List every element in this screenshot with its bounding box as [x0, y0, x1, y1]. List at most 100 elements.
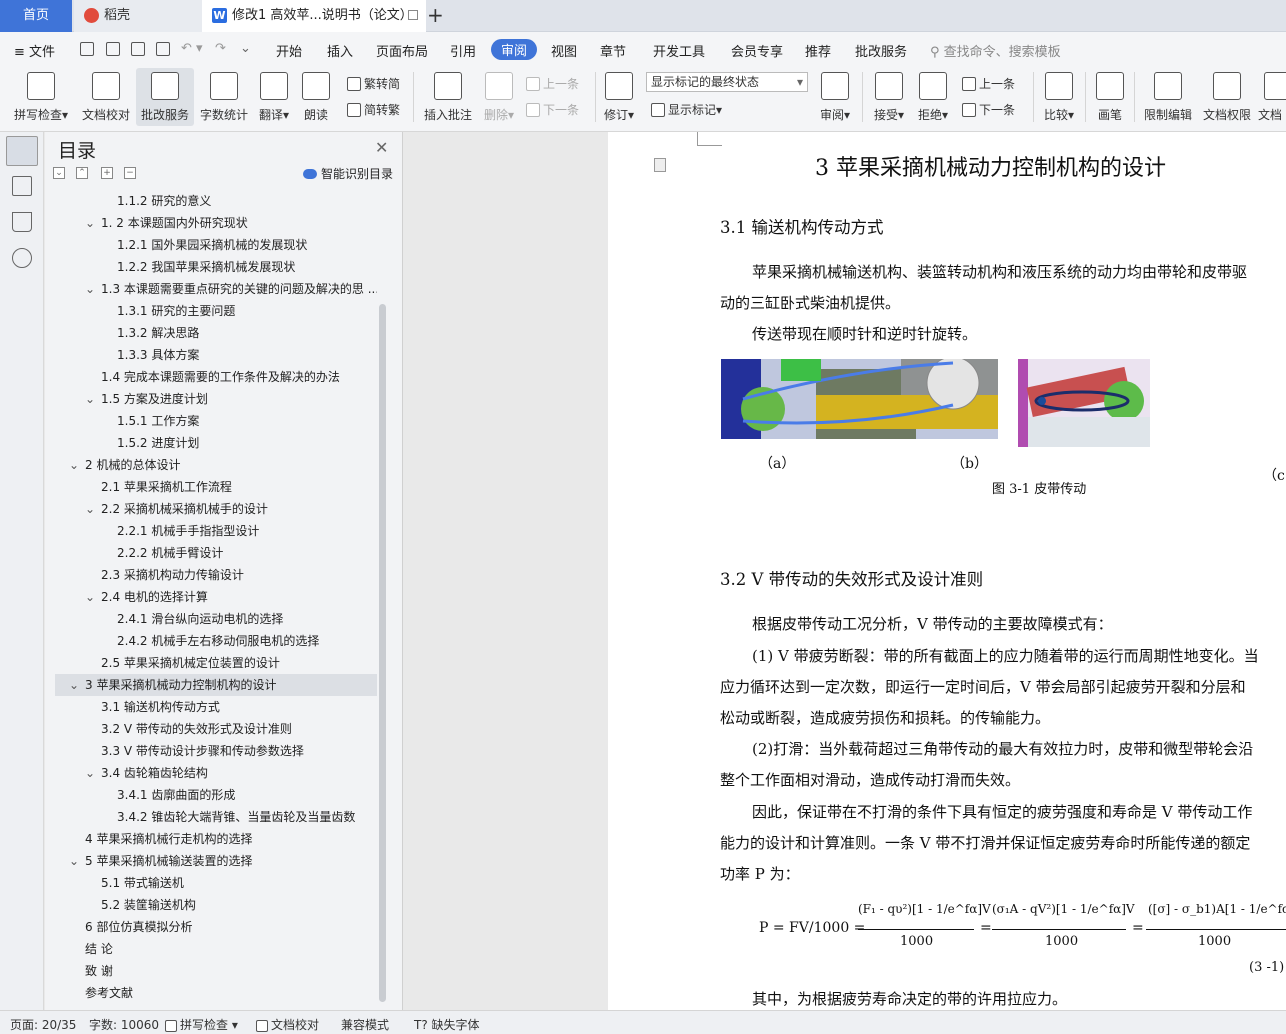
print-icon[interactable]	[131, 42, 145, 56]
chevron-down-icon[interactable]: ⌄	[85, 212, 95, 234]
add-heading-icon[interactable]: +	[101, 167, 113, 179]
toc-item[interactable]: 5.1 带式输送机	[55, 872, 377, 894]
expand-all-icon[interactable]: ⌄	[53, 167, 65, 179]
file-menu[interactable]: ≡ 文件	[14, 41, 55, 60]
doc-permission-button[interactable]: 文档权限	[1200, 68, 1254, 126]
pen-button[interactable]: 画笔	[1092, 68, 1128, 126]
review-pane-button[interactable]: 审阅▾	[816, 68, 854, 126]
menu-recommend[interactable]: 推荐	[805, 41, 831, 60]
toc-item[interactable]: 3.3 V 带传动设计步骤和传动参数选择	[55, 740, 377, 762]
toc-item[interactable]: 2.5 苹果采摘机械定位装置的设计	[55, 652, 377, 674]
chevron-down-icon[interactable]: ⌄	[69, 674, 79, 696]
insert-comment-button[interactable]: 插入批注	[420, 68, 476, 126]
toc-item[interactable]: 1.3.1 研究的主要问题	[55, 300, 377, 322]
smart-toc-button[interactable]: 智能识别目录	[303, 165, 393, 182]
read-aloud-button[interactable]: 朗读	[298, 68, 334, 126]
document-page[interactable]: 3 苹果采摘机械动力控制机构的设计 3.1 输送机构传动方式 苹果采摘机械输送机…	[608, 132, 1286, 1010]
save-icon[interactable]	[80, 42, 94, 56]
prev-comment-button[interactable]: 上一条	[526, 75, 579, 92]
trad-to-simp-button[interactable]: 繁转简	[347, 75, 400, 92]
new-tab-button[interactable]: +	[427, 3, 444, 27]
toc-item[interactable]: 3.4.2 锥齿轮大端背锥、当量齿轮及当量齿数	[55, 806, 377, 828]
menu-start[interactable]: 开始	[276, 41, 302, 60]
toc-item[interactable]: ⌄ 3 苹果采摘机械动力控制机构的设计	[55, 674, 377, 696]
review-service-button[interactable]: 批改服务	[136, 68, 194, 126]
search-icon[interactable]	[12, 248, 32, 268]
toc-item[interactable]: 1.5.2 进度计划	[55, 432, 377, 454]
toc-item[interactable]: 2.2.2 机械手臂设计	[55, 542, 377, 564]
tab-daoke[interactable]: 稻壳	[74, 0, 202, 32]
toc-item[interactable]: ⌄ 1.5 方案及进度计划	[55, 388, 377, 410]
toc-item[interactable]: 3.4.1 齿廓曲面的形成	[55, 784, 377, 806]
toc-item[interactable]: ⌄ 2 机械的总体设计	[55, 454, 377, 476]
toc-item[interactable]: ⌄ 5 苹果采摘机械输送装置的选择	[55, 850, 377, 872]
toc-item[interactable]: 2.4.2 机械手左右移动伺服电机的选择	[55, 630, 377, 652]
word-count[interactable]: 字数: 10060	[89, 1016, 159, 1033]
menu-layout[interactable]: 页面布局	[376, 41, 428, 60]
close-icon[interactable]: ✕	[375, 138, 388, 157]
toc-item[interactable]: ⌄ 3.4 齿轮箱齿轮结构	[55, 762, 377, 784]
toc-item[interactable]: 1.5.1 工作方案	[55, 410, 377, 432]
toc-scrollbar[interactable]	[379, 304, 386, 1002]
next-change-button[interactable]: 下一条	[962, 101, 1015, 118]
export-icon[interactable]	[106, 42, 120, 56]
accept-button[interactable]: 接受▾	[870, 68, 908, 126]
reject-button[interactable]: 拒绝▾	[914, 68, 952, 126]
page-indicator[interactable]: 页面: 20/35	[10, 1016, 76, 1033]
undo-icon[interactable]: ↶ ▾	[181, 41, 203, 56]
next-comment-button[interactable]: 下一条	[526, 101, 579, 118]
track-changes-button[interactable]: 修订▾	[600, 68, 638, 126]
chevron-down-icon[interactable]: ⌄	[85, 498, 95, 520]
chevron-down-icon[interactable]: ⌄	[69, 454, 79, 476]
chevron-down-icon[interactable]: ⌄	[85, 388, 95, 410]
toc-item[interactable]: ⌄ 1.3 本课题需要重点研究的关键的问题及解决的思 ...	[55, 278, 377, 300]
section-panel-icon[interactable]	[12, 176, 32, 196]
toc-item[interactable]: 5.2 装筐输送机构	[55, 894, 377, 916]
menu-insert[interactable]: 插入	[327, 41, 353, 60]
status-doc-check[interactable]: 文档校对	[256, 1016, 319, 1033]
toc-item[interactable]: 致 谢	[55, 960, 377, 982]
toc-item[interactable]: 1.1.2 研究的意义	[55, 190, 377, 212]
chevron-down-icon[interactable]: ⌄	[85, 762, 95, 784]
menu-review[interactable]: 审阅	[491, 39, 538, 60]
chevron-down-icon[interactable]: ⌄	[85, 278, 95, 300]
missing-font[interactable]: T? 缺失字体	[414, 1016, 480, 1033]
toc-panel-icon[interactable]	[6, 136, 38, 166]
toc-item[interactable]: ⌄ 2.2 采摘机械采摘机械手的设计	[55, 498, 377, 520]
toc-item[interactable]: 3.1 输送机构传动方式	[55, 696, 377, 718]
toc-item[interactable]: 1.3.2 解决思路	[55, 322, 377, 344]
chevron-down-icon[interactable]: ⌄	[69, 850, 79, 872]
spell-check-button[interactable]: 拼写检查▾	[10, 68, 72, 126]
menu-member[interactable]: 会员专享	[731, 41, 783, 60]
toc-item[interactable]: 结 论	[55, 938, 377, 960]
toc-item[interactable]: 1.2.2 我国苹果采摘机械发展现状	[55, 256, 377, 278]
delete-comment-button[interactable]: 删除▾	[480, 68, 518, 126]
toc-item[interactable]: 1.4 完成本课题需要的工作条件及解决的办法	[55, 366, 377, 388]
menu-reference[interactable]: 引用	[450, 41, 476, 60]
toc-item[interactable]: 2.2.1 机械手手指指型设计	[55, 520, 377, 542]
toc-item[interactable]: 4 苹果采摘机械行走机构的选择	[55, 828, 377, 850]
menu-view[interactable]: 视图	[551, 41, 577, 60]
toc-item[interactable]: ⌄ 2.4 电机的选择计算	[55, 586, 377, 608]
status-spell-check[interactable]: 拼写检查 ▾	[165, 1016, 238, 1033]
doc-check-button[interactable]: 文档校对	[78, 68, 134, 126]
toc-item[interactable]: 2.4.1 滑台纵向运动电机的选择	[55, 608, 377, 630]
redo-icon[interactable]: ↷	[215, 41, 226, 56]
collapse-all-icon[interactable]: ⌃	[76, 167, 88, 179]
toc-item[interactable]: 6 部位仿真模拟分析	[55, 916, 377, 938]
command-search[interactable]: ⚲ 查找命令、搜索模板	[930, 41, 1061, 60]
doc-more-button[interactable]: 文档	[1258, 68, 1286, 126]
preview-icon[interactable]	[156, 42, 170, 56]
show-markup-button[interactable]: 显示标记▾	[651, 101, 722, 118]
remove-heading-icon[interactable]: −	[124, 167, 136, 179]
toc-item[interactable]: 2.1 苹果采摘机工作流程	[55, 476, 377, 498]
menu-developer[interactable]: 开发工具	[653, 41, 705, 60]
bookmark-icon[interactable]	[12, 212, 32, 232]
restore-icon[interactable]	[408, 10, 418, 20]
toc-item[interactable]: 1.3.3 具体方案	[55, 344, 377, 366]
word-count-button[interactable]: 字数统计	[197, 68, 251, 126]
document-options-icon[interactable]	[654, 158, 666, 172]
tab-document[interactable]: W 修改1 高效苹...说明书（论文）	[202, 0, 426, 32]
markup-state-select[interactable]: 显示标记的最终状态 ▾	[646, 72, 808, 92]
toc-item[interactable]: ⌄ 1. 2 本课题国内外研究现状	[55, 212, 377, 234]
